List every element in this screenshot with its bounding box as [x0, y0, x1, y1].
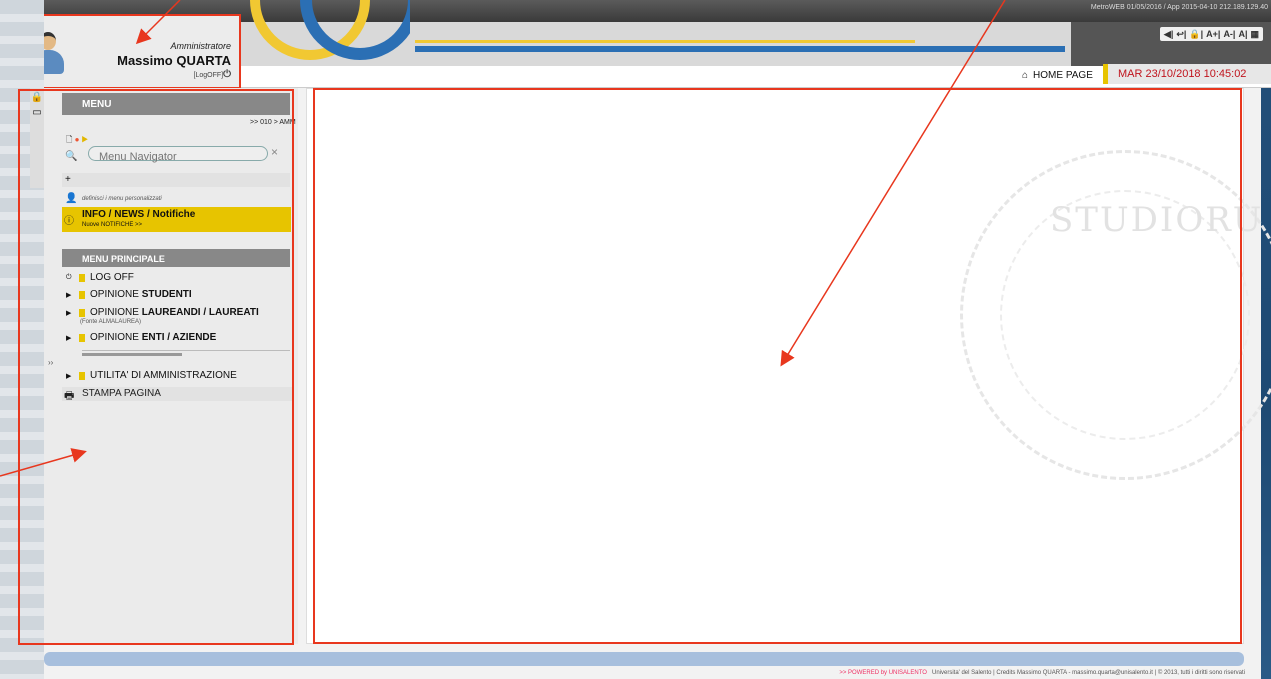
menu-navigator-input[interactable] [89, 150, 239, 164]
info-title[interactable]: INFO / NEWS / Notifiche [82, 209, 195, 220]
printer-icon: 🖶 [64, 390, 75, 402]
new-notifications-link[interactable]: Nuove NOTIFICHE >> [82, 222, 142, 228]
footer-credits: >> POWERED by UNISALENTO Universita' del… [839, 670, 1245, 676]
footer-bar [44, 652, 1244, 666]
user-panel: Amministratore Massimo QUARTA [LogOFF]⏻ [18, 14, 241, 89]
font-decrease-button[interactable]: A-| [1223, 29, 1235, 39]
logoff-link[interactable]: [LogOFF]⏻ [194, 69, 232, 80]
plus-icon[interactable]: + [65, 174, 71, 185]
home-icon: ⌂ [1022, 70, 1029, 81]
menu-navigator-field[interactable] [88, 146, 268, 164]
back-icon[interactable]: ◀| [1164, 29, 1173, 40]
close-icon[interactable]: × [271, 145, 278, 159]
print-page-button[interactable]: STAMPA PAGINA [62, 387, 292, 401]
caret-right-icon: ▶ [66, 310, 72, 317]
info-icon: ⓘ [64, 216, 74, 227]
caret-right-icon: ▶ [66, 292, 72, 299]
font-reset-button[interactable]: A| [1238, 29, 1247, 39]
panel-icon[interactable]: ▭ [30, 107, 44, 118]
menu-item-log-off[interactable]: ⏻ LOG OFF [66, 272, 134, 283]
home-page-label: HOME PAGE [1033, 70, 1093, 81]
breadcrumb: >> 010 > AMM [250, 119, 296, 126]
divider [82, 353, 182, 356]
accessibility-toolbar: ◀| ↩| 🔒| A+| A-| A| ▦ [1159, 27, 1263, 41]
font-increase-button[interactable]: A+| [1206, 29, 1220, 39]
play-icon[interactable]: ▶ [82, 135, 88, 144]
search-icon: 🔍 [65, 151, 78, 162]
sidebar-rail: 🔒 ▭ [30, 88, 44, 188]
menu-item-opinione-enti[interactable]: ▶ OPINIONE ENTI / AZIENDE [66, 332, 216, 343]
lock-icon[interactable]: 🔒 [30, 92, 44, 103]
divider [82, 350, 290, 351]
user-name: Massimo QUARTA [117, 53, 231, 68]
user-role: Amministratore [170, 41, 231, 51]
custom-menus-link[interactable]: definisci i menu personalizzati [82, 196, 162, 202]
sidebar [44, 88, 298, 644]
add-menu-row[interactable] [62, 173, 290, 187]
grid-icon[interactable]: ▦ [1250, 29, 1259, 40]
power-icon: ⏻ [223, 69, 231, 80]
menu-item-utilita[interactable]: ▶ UTILITA' DI AMMINISTRAZIONE [66, 370, 237, 381]
menu-item-opinione-laureandi[interactable]: ▶ OPINIONE LAUREANDI / LAUREATI [66, 307, 259, 318]
header-blue-stripe [415, 46, 1065, 52]
menu-item-opinione-studenti[interactable]: ▶ OPINIONE STUDENTI [66, 289, 192, 300]
version-info: MetroWEB 01/05/2016 / App 2015-04-10 212… [1090, 4, 1268, 11]
page-icon[interactable]: 🗋 [66, 135, 72, 144]
home-page-link[interactable]: ⌂ HOME PAGE [1022, 70, 1093, 81]
almalaurea-note: (Fonte ALMALAUREA) [80, 319, 142, 325]
main-menu-title: MENU PRINCIPALE [62, 249, 290, 267]
power-icon: ⏻ [66, 274, 72, 281]
credits-text: Universita' del Salento | Credits Massim… [931, 670, 1245, 676]
seal-text: STUDIORU [1050, 200, 1264, 240]
caret-right-icon: ▶ [66, 373, 72, 380]
powered-by[interactable]: >> POWERED by UNISALENTO [839, 670, 927, 676]
menu-title: MENU [62, 93, 290, 115]
menu-tools-row: 🗋 ● ▶ [66, 134, 88, 148]
record-icon[interactable]: ● [75, 135, 80, 144]
user-icon: 👤 [65, 193, 78, 204]
university-logo [240, 0, 410, 66]
lock-icon[interactable]: 🔒| [1189, 29, 1203, 40]
caret-right-icon: ▶ [66, 335, 72, 342]
refresh-icon[interactable]: ↩| [1176, 29, 1186, 40]
expand-toggle[interactable]: ›› [48, 358, 53, 367]
current-datetime: MAR 23/10/2018 10:45:02 [1103, 64, 1271, 84]
header-yellow-stripe [415, 40, 915, 43]
